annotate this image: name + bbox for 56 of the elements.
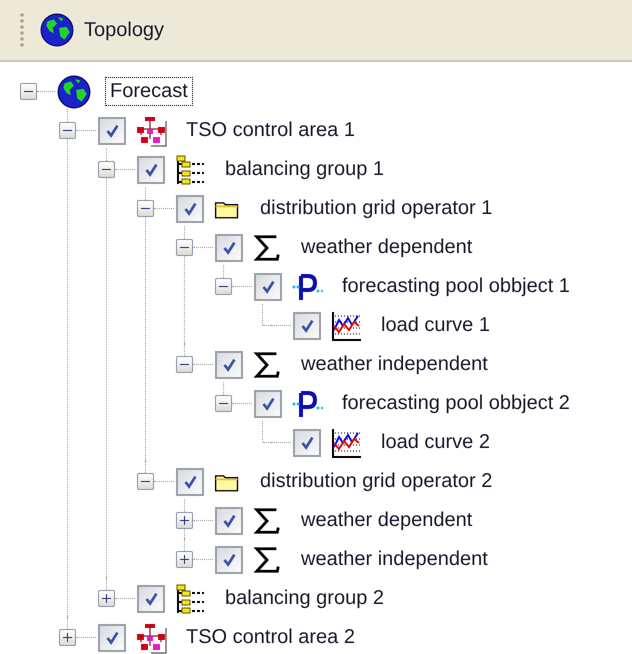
collapse-toggle[interactable] — [137, 473, 154, 490]
globe-icon — [57, 74, 91, 108]
tree-item-label[interactable]: weather independent — [296, 545, 493, 574]
network-icon — [135, 114, 167, 146]
tree-item-label[interactable]: load curve 1 — [376, 311, 495, 340]
expand-toggle[interactable] — [98, 590, 115, 607]
checkbox[interactable] — [215, 350, 243, 378]
collapse-toggle[interactable] — [20, 83, 37, 100]
tree-item-label[interactable]: weather dependent — [296, 233, 478, 262]
tree-item-label[interactable]: weather dependent — [296, 506, 478, 535]
collapse-toggle[interactable] — [176, 239, 193, 256]
tree-item-label[interactable]: forecasting pool obbject 1 — [337, 272, 575, 301]
globe-icon — [40, 13, 74, 47]
tree-item-label[interactable]: Forecast — [105, 77, 193, 106]
expand-toggle[interactable] — [176, 551, 193, 568]
tree-item-label[interactable]: distribution grid operator 2 — [255, 467, 498, 496]
tree-item-label[interactable]: weather independent — [296, 350, 493, 379]
tree-item-label[interactable]: distribution grid operator 1 — [255, 194, 498, 223]
tree-item-label[interactable]: TSO control area 2 — [181, 623, 360, 652]
sigma-icon — [252, 350, 282, 380]
toolbar-title: Topology — [84, 18, 164, 42]
collapse-toggle[interactable] — [215, 395, 232, 412]
chart-icon — [330, 426, 362, 458]
network-icon — [135, 622, 167, 654]
tree-item-label[interactable]: TSO control area 1 — [181, 116, 360, 145]
checkbox[interactable] — [176, 468, 204, 496]
sigma-icon — [252, 544, 282, 574]
collapse-toggle[interactable] — [98, 161, 115, 178]
checkbox[interactable] — [215, 234, 243, 262]
expand-toggle[interactable] — [176, 512, 193, 529]
tree-item-label[interactable]: balancing group 2 — [220, 584, 390, 613]
chart-icon — [330, 310, 362, 342]
checkbox[interactable] — [293, 428, 321, 456]
tree-item-label[interactable]: load curve 2 — [376, 428, 495, 457]
collapse-toggle[interactable] — [137, 200, 154, 217]
checkbox[interactable] — [137, 156, 165, 184]
grip-icon[interactable] — [20, 12, 24, 48]
tree-item-label[interactable]: balancing group 1 — [220, 155, 390, 184]
checkbox[interactable] — [254, 390, 282, 418]
collapse-toggle[interactable] — [59, 122, 76, 139]
collapse-toggle[interactable] — [176, 356, 193, 373]
checkbox[interactable] — [215, 506, 243, 534]
expand-toggle[interactable] — [59, 629, 76, 646]
checkbox[interactable] — [98, 624, 126, 652]
hierarchy-icon — [174, 154, 206, 186]
hierarchy-icon — [174, 582, 206, 614]
checkbox[interactable] — [254, 272, 282, 300]
checkbox[interactable] — [293, 312, 321, 340]
checkbox[interactable] — [176, 194, 204, 222]
checkbox[interactable] — [137, 584, 165, 612]
sigma-icon — [252, 506, 282, 536]
tree-item-label[interactable]: forecasting pool obbject 2 — [337, 389, 575, 418]
checkbox[interactable] — [98, 116, 126, 144]
sigma-icon — [252, 232, 282, 262]
collapse-toggle[interactable] — [215, 278, 232, 295]
checkbox[interactable] — [215, 546, 243, 574]
